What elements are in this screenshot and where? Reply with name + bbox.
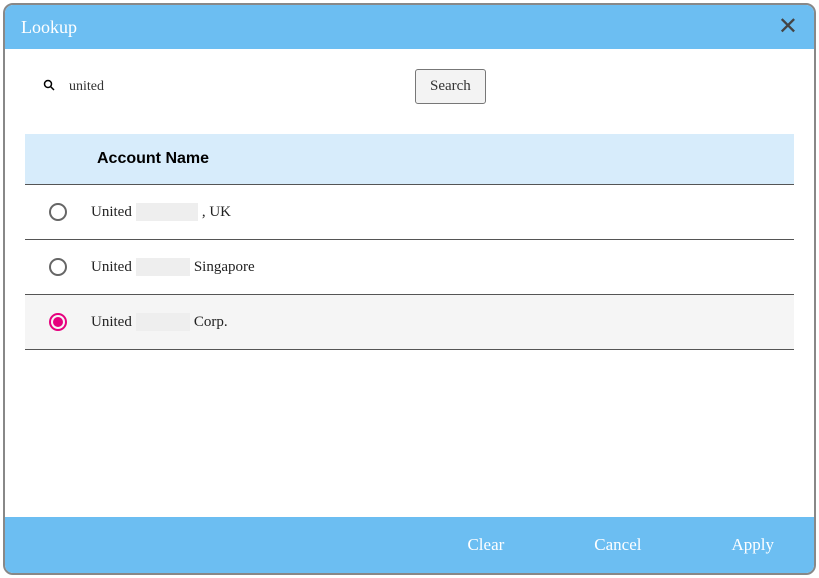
radio-button[interactable] <box>49 258 67 276</box>
table-row[interactable]: UnitedCorp. <box>25 295 794 350</box>
table-row[interactable]: United, UK <box>25 185 794 240</box>
table-row[interactable]: UnitedSingapore <box>25 240 794 295</box>
search-button[interactable]: Search <box>415 69 486 104</box>
cancel-button[interactable]: Cancel <box>594 535 641 555</box>
modal-body: Search Account Name United, UK UnitedSing… <box>5 49 814 517</box>
modal-header: Lookup ✕ <box>5 5 814 49</box>
radio-button[interactable] <box>49 203 67 221</box>
search-icon <box>43 79 55 94</box>
account-name-cell: United, UK <box>91 203 231 221</box>
column-header-account-name: Account Name <box>97 150 209 167</box>
radio-button[interactable] <box>49 313 67 331</box>
redacted-text <box>136 258 190 276</box>
apply-button[interactable]: Apply <box>732 535 775 555</box>
redacted-text <box>136 313 190 331</box>
account-name-cell: UnitedCorp. <box>91 313 228 331</box>
lookup-modal: Lookup ✕ Search Account Name United, UK U… <box>3 3 816 575</box>
results-table: Account Name United, UK UnitedSingapore Un… <box>25 134 794 517</box>
redacted-text <box>136 203 198 221</box>
close-icon[interactable]: ✕ <box>778 15 798 39</box>
account-name-cell: UnitedSingapore <box>91 258 255 276</box>
table-header: Account Name <box>25 134 794 185</box>
search-row: Search <box>25 69 794 104</box>
search-input[interactable] <box>65 75 405 99</box>
modal-title: Lookup <box>21 17 77 38</box>
modal-footer: Clear Cancel Apply <box>5 517 814 573</box>
clear-button[interactable]: Clear <box>467 535 504 555</box>
